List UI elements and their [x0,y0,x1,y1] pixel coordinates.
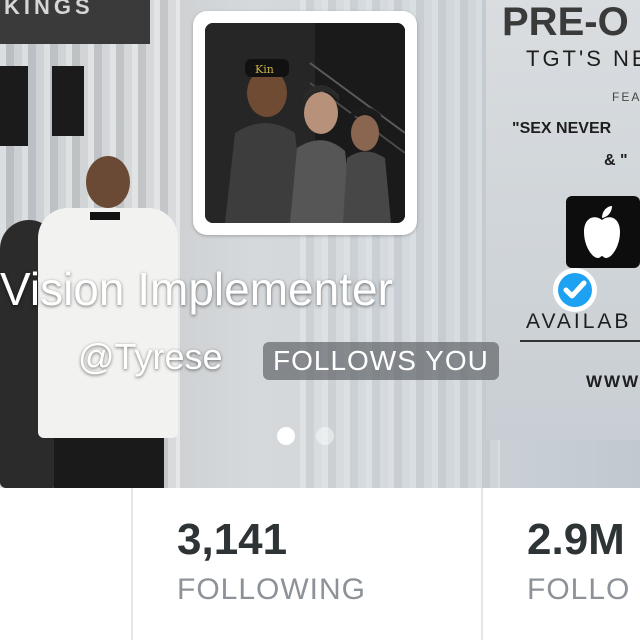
banner-sign-text: KINGS [4,0,94,19]
poster-featuring: FEA [612,90,640,104]
carousel-dot[interactable] [316,427,334,445]
followers-count: 2.9M [527,515,625,564]
stats-divider [481,488,483,640]
poster-subtitle: TGT'S NE [526,46,640,71]
profile-avatar[interactable]: Kin [193,11,417,235]
apple-logo-icon [584,206,620,258]
banner-sign: KINGS [0,0,150,44]
svg-text:Kin: Kin [255,63,274,76]
profile-header-banner[interactable]: KINGS PRE-O TGT'S NE FEA "SEX NEVER & " … [0,0,640,488]
poster-url: WWW [586,372,640,391]
poster-title: PRE-O [502,0,629,44]
avatar-photo: Kin [205,23,405,223]
verified-badge-icon [553,268,597,312]
banner-shadow [0,66,28,146]
poster-track: & " [604,152,628,169]
poster-track: "SEX NEVER [512,120,612,137]
banner-shadow [52,66,84,136]
following-label: FOLLOWING [177,573,367,606]
carousel-dot-active[interactable] [277,427,295,445]
profile-handle: @Tyrese [78,336,223,377]
followers-label: FOLLO [527,573,631,606]
poster-rule [520,340,640,342]
itunes-badge [566,196,640,268]
banner-person [30,150,180,488]
following-count: 3,141 [177,515,288,564]
profile-screen: KINGS PRE-O TGT'S NE FEA "SEX NEVER & " … [0,0,640,640]
profile-display-name: Vision Implementer [0,263,393,315]
follows-you-badge: FOLLOWS YOU [263,342,499,380]
stats-divider [131,488,133,640]
